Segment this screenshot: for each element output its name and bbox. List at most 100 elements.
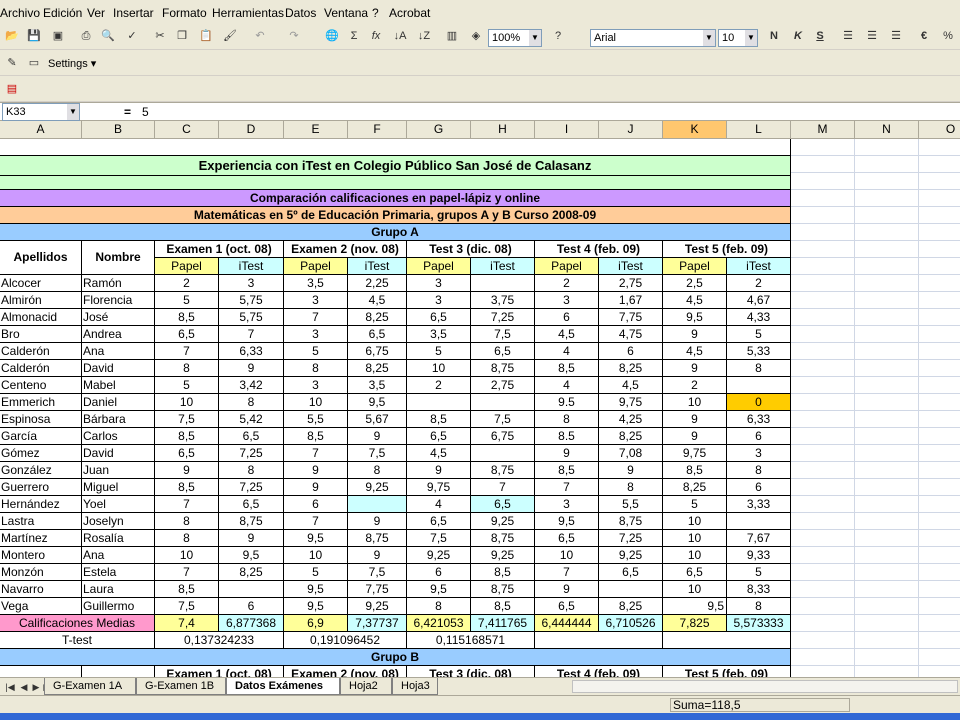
score-cell[interactable]: 9,5 [284, 581, 348, 598]
score-cell[interactable]: 7,5 [348, 564, 407, 581]
undo-icon[interactable]: ↶ [250, 26, 270, 46]
apellido-cell[interactable]: Emmerich [0, 394, 82, 411]
score-cell[interactable]: 8,5 [663, 462, 727, 479]
score-cell[interactable]: 10 [663, 581, 727, 598]
score-cell[interactable] [727, 513, 791, 530]
nombre-cell[interactable]: Ana [82, 343, 155, 360]
score-cell[interactable]: 6,75 [348, 343, 407, 360]
apellido-cell[interactable]: Bro [0, 326, 82, 343]
score-cell[interactable]: 5 [155, 292, 219, 309]
score-cell[interactable]: 9,25 [471, 547, 535, 564]
score-cell[interactable]: 3,42 [219, 377, 284, 394]
score-cell[interactable]: 3,5 [284, 275, 348, 292]
apellido-cell[interactable]: Gómez [0, 445, 82, 462]
score-cell[interactable]: 2 [155, 275, 219, 292]
apellido-cell[interactable]: García [0, 428, 82, 445]
score-cell[interactable]: 7,25 [219, 445, 284, 462]
score-cell[interactable]: 6,5 [348, 326, 407, 343]
score-cell[interactable]: 9 [348, 428, 407, 445]
score-cell[interactable]: 2 [535, 275, 599, 292]
apellido-cell[interactable]: Martínez [0, 530, 82, 547]
score-cell[interactable]: 6,5 [407, 513, 471, 530]
nombre-cell[interactable]: Ramón [82, 275, 155, 292]
nombre-cell[interactable]: Carlos [82, 428, 155, 445]
spelling-icon[interactable]: ✓ [122, 26, 142, 46]
score-cell[interactable]: 7 [535, 479, 599, 496]
score-cell[interactable]: 8,5 [155, 309, 219, 326]
sheet-tab-2[interactable]: Datos Exámenes [226, 678, 340, 695]
score-cell[interactable]: 9,75 [599, 394, 663, 411]
media-cell[interactable]: 7,411765 [471, 615, 535, 632]
score-cell[interactable]: 6 [727, 428, 791, 445]
score-cell[interactable]: 8 [407, 598, 471, 615]
apellido-cell[interactable]: Vega [0, 598, 82, 615]
score-cell[interactable]: 9,5 [219, 547, 284, 564]
nombre-cell[interactable]: Yoel [82, 496, 155, 513]
score-cell[interactable]: 10 [663, 547, 727, 564]
column-header-k[interactable]: K [663, 121, 727, 139]
score-cell[interactable]: 9 [663, 411, 727, 428]
score-cell[interactable]: 8,5 [155, 479, 219, 496]
score-cell[interactable]: 8 [348, 462, 407, 479]
score-cell[interactable]: 4,5 [535, 326, 599, 343]
score-cell[interactable] [407, 394, 471, 411]
nombre-cell[interactable]: Andrea [82, 326, 155, 343]
score-cell[interactable]: 6,5 [407, 309, 471, 326]
align-left-icon[interactable]: ☰ [838, 26, 858, 46]
score-cell[interactable]: 7,75 [348, 581, 407, 598]
score-cell[interactable]: 8 [155, 530, 219, 547]
print-icon[interactable]: ⎙ [76, 26, 96, 46]
score-cell[interactable]: 6,5 [155, 445, 219, 462]
menu-3[interactable]: Insertar [113, 6, 154, 20]
score-cell[interactable]: 4 [535, 343, 599, 360]
score-cell[interactable]: 3,33 [727, 496, 791, 513]
score-cell[interactable]: 9,5 [284, 598, 348, 615]
score-cell[interactable]: 5,5 [599, 496, 663, 513]
score-cell[interactable]: 8,5 [471, 598, 535, 615]
score-cell[interactable]: 9 [663, 360, 727, 377]
score-cell[interactable]: 6,75 [471, 428, 535, 445]
sheet-tab-3[interactable]: Hoja2 [340, 678, 392, 695]
nombre-cell[interactable]: José [82, 309, 155, 326]
column-header-m[interactable]: M [791, 121, 855, 139]
score-cell[interactable]: 3,75 [471, 292, 535, 309]
open-icon[interactable]: 📂 [2, 26, 22, 46]
percent-icon[interactable]: % [938, 26, 958, 46]
score-cell[interactable]: 3 [727, 445, 791, 462]
score-cell[interactable]: 9 [155, 462, 219, 479]
currency-button[interactable]: € [914, 26, 934, 46]
score-cell[interactable]: 7 [471, 479, 535, 496]
itest-icon[interactable]: ✎ [2, 53, 22, 73]
nombre-cell[interactable]: David [82, 445, 155, 462]
score-cell[interactable]: 8 [727, 598, 791, 615]
score-cell[interactable]: 4,33 [727, 309, 791, 326]
score-cell[interactable]: 6,5 [535, 530, 599, 547]
score-cell[interactable]: 3 [535, 292, 599, 309]
score-cell[interactable]: 5,75 [219, 309, 284, 326]
sheet-tab-0[interactable]: G-Examen 1A [44, 678, 136, 695]
score-cell[interactable]: 8,75 [471, 462, 535, 479]
score-cell[interactable]: 3 [535, 496, 599, 513]
help-icon[interactable]: ? [548, 26, 568, 46]
score-cell[interactable]: 9,75 [663, 445, 727, 462]
media-cell[interactable]: 5,573333 [727, 615, 791, 632]
score-cell[interactable]: 5,33 [727, 343, 791, 360]
score-cell[interactable]: 8,25 [219, 564, 284, 581]
score-cell[interactable]: 7,75 [599, 309, 663, 326]
score-cell[interactable]: 6 [727, 479, 791, 496]
score-cell[interactable]: 8 [284, 360, 348, 377]
settings-menu[interactable]: Settings ▾ [48, 57, 96, 70]
score-cell[interactable]: 8,75 [471, 581, 535, 598]
score-cell[interactable]: 3 [407, 292, 471, 309]
format-painter-icon[interactable]: 🖌 [220, 26, 240, 46]
score-cell[interactable]: 9,33 [727, 547, 791, 564]
score-cell[interactable]: 7 [284, 445, 348, 462]
column-header-f[interactable]: F [348, 121, 407, 139]
score-cell[interactable]: 2 [727, 275, 791, 292]
score-cell[interactable]: 7,25 [599, 530, 663, 547]
apellido-cell[interactable]: Alcocer [0, 275, 82, 292]
score-cell[interactable]: 10 [284, 394, 348, 411]
italic-button[interactable]: K [788, 26, 808, 46]
score-cell[interactable]: 3 [219, 275, 284, 292]
score-cell[interactable]: 8,25 [348, 360, 407, 377]
